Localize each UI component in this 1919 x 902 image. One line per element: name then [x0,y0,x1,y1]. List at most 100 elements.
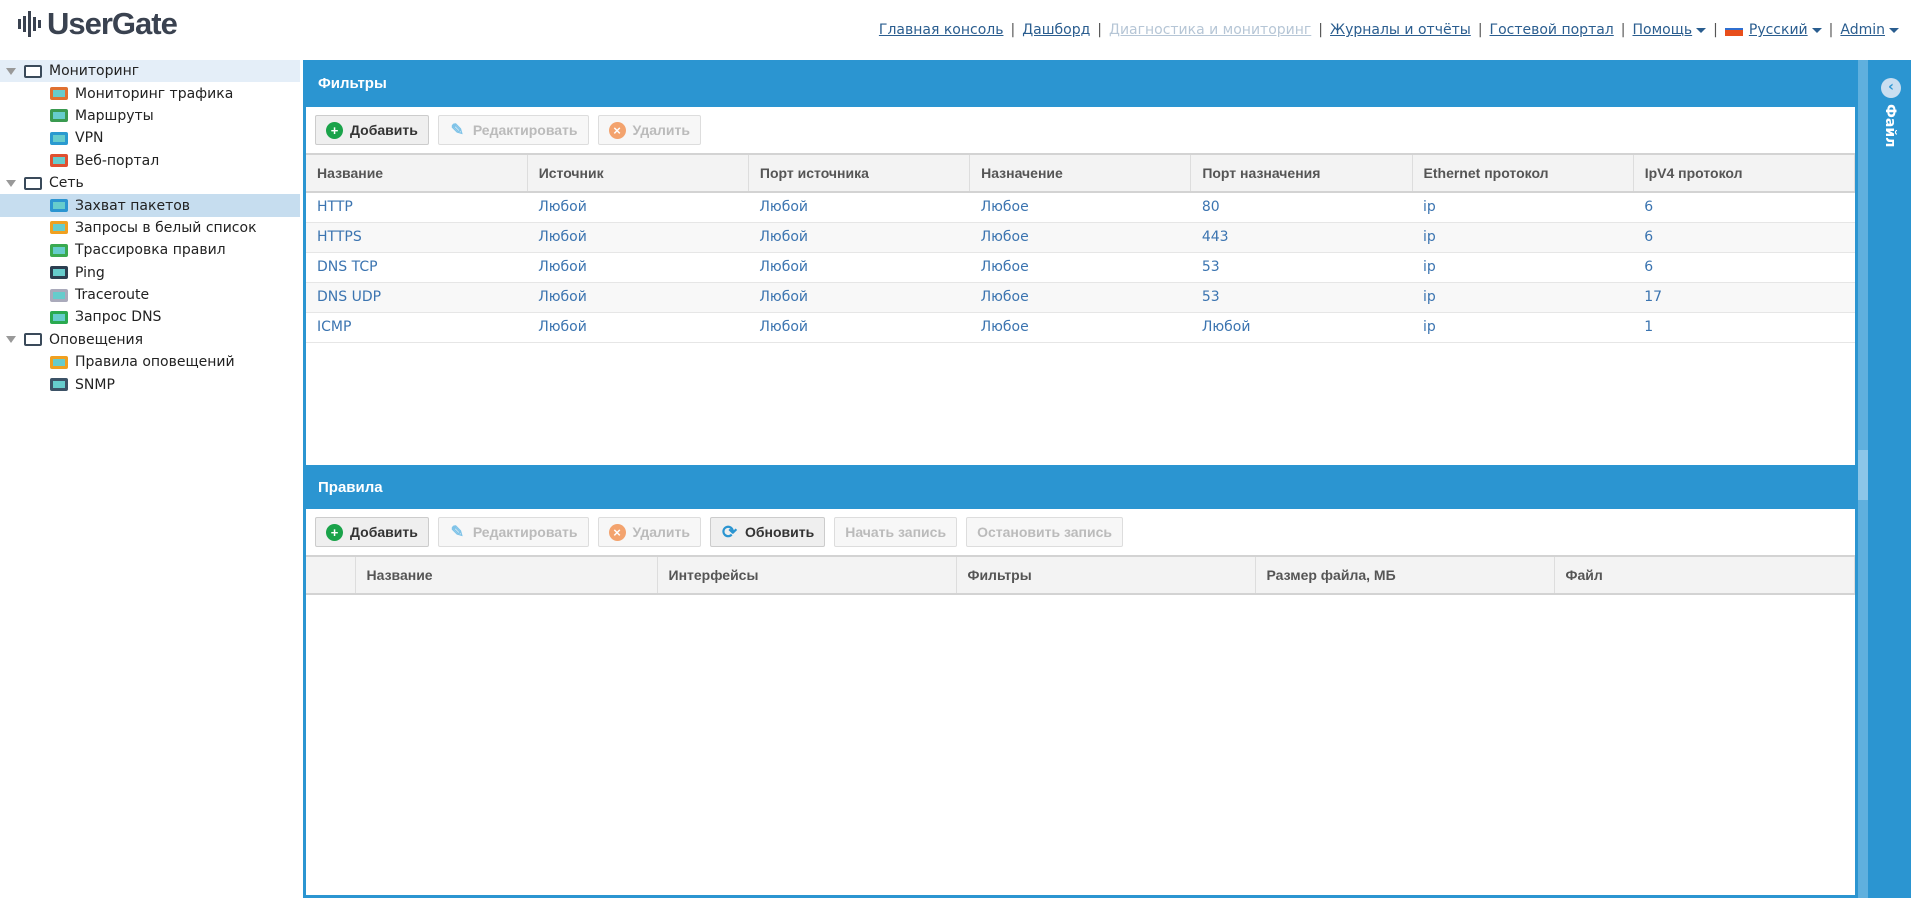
column-header[interactable]: Файл [1554,555,1855,595]
sidebar-item[interactable]: Traceroute [0,284,300,306]
sidebar-item[interactable]: VPN [0,127,300,149]
rules-refresh-button[interactable]: ⟳ Обновить [709,517,826,547]
chevron-down-icon [1811,27,1822,33]
rules-edit-button[interactable]: ✎ Редактировать [437,517,589,547]
topnav-link[interactable]: Главная консоль [879,22,1004,38]
expand-triangle-icon[interactable] [6,336,16,344]
filters-toolbar: + Добавить ✎ Редактировать × Удалить [306,107,1855,153]
column-header[interactable]: IpV4 протокол [1633,153,1856,193]
collapse-icon[interactable]: ‹ [1881,78,1901,98]
usergate-logo: UserGate [18,4,178,44]
help-menu[interactable]: Помощь [1632,22,1707,38]
language-menu[interactable]: Русский [1749,22,1822,38]
filters-delete-button[interactable]: × Удалить [597,115,701,145]
table-cell: Любое [969,252,1191,283]
rules-add-button[interactable]: + Добавить [315,517,429,547]
refresh-icon: ⟳ [721,521,738,542]
topnav-link[interactable]: Гостевой портал [1490,22,1614,38]
sidebar-item[interactable]: Мониторинг трафика [0,82,300,104]
sidebar-item[interactable]: Захват пакетов [0,194,300,217]
filters-add-button[interactable]: + Добавить [315,115,429,145]
sidebar-item[interactable]: Веб-портал [0,150,300,172]
column-header[interactable]: Фильтры [956,555,1256,595]
stop-capture-button[interactable]: Остановить запись [966,517,1123,547]
column-header[interactable]: Размер файла, МБ [1255,555,1555,595]
item-icon [50,87,68,101]
column-header[interactable]: Назначение [969,153,1192,193]
sidebar-group-label: Оповещения [49,331,144,348]
stop-label: Остановить запись [977,524,1112,540]
sidebar-group-1[interactable]: Сеть [0,172,300,194]
delete-label: Удалить [632,524,690,540]
table-cell: Любой [748,312,970,343]
filters-edit-button[interactable]: ✎ Редактировать [437,115,589,145]
column-header[interactable]: Порт источника [748,153,971,193]
table-row[interactable]: DNS TCP Любой Любой Любое 53 ip 6 [306,252,1855,283]
column-header[interactable]: Название [306,153,528,193]
table-cell: Любое [969,312,1191,343]
topnav-link: Диагностика и мониторинг [1109,22,1312,38]
sidebar-item[interactable]: Маршруты [0,105,300,127]
sidebar-group-0[interactable]: Мониторинг [0,60,300,83]
topnav-link[interactable]: Дашборд [1022,22,1090,38]
logo-text: UserGate [47,6,178,41]
column-header[interactable]: Источник [527,153,749,193]
table-cell: ip [1412,282,1634,313]
item-icon [50,355,68,369]
pencil-icon: ✎ [450,523,465,541]
sidebar-group-2[interactable]: Оповещения [0,329,300,351]
table-row[interactable]: ICMP Любой Любой Любое Любой ip 1 [306,312,1855,343]
expand-triangle-icon[interactable] [6,179,16,187]
table-cell: 17 [1633,282,1855,313]
table-cell: 443 [1190,222,1413,253]
table-cell: Любой [748,192,970,223]
user-menu[interactable]: Admin [1840,22,1899,38]
sidebar-item[interactable]: Запрос DNS [0,306,300,328]
file-panel-label[interactable]: Файл [1882,104,1898,147]
table-row[interactable]: DNS UDP Любой Любой Любое 53 ip 17 [306,282,1855,313]
table-row[interactable]: HTTPS Любой Любой Любое 443 ip 6 [306,222,1855,253]
sidebar-item-label: Маршруты [75,107,154,124]
table-cell: 6 [1633,252,1855,283]
rules-panel: Правила + Добавить ✎ Редактировать × Удалит… [306,465,1855,595]
table-cell: 53 [1190,252,1413,283]
splitter-handle[interactable] [1858,450,1868,500]
topnav-link[interactable]: Журналы и отчёты [1330,22,1471,38]
item-icon [50,266,68,280]
table-cell: Любой [748,222,970,253]
column-header[interactable]: Порт назначения [1190,153,1413,193]
user-menu-label: Admin [1840,22,1885,38]
sidebar-item-label: Запросы в белый список [75,219,257,236]
help-menu-label: Помощь [1632,22,1693,38]
edit-label: Редактировать [472,122,578,138]
sidebar-item[interactable]: Запросы в белый список [0,217,300,239]
sidebar-item[interactable]: Трассировка правил [0,239,300,261]
table-cell: Любой [527,252,749,283]
table-row[interactable]: HTTP Любой Любой Любое 80 ip 6 [306,192,1855,223]
rules-title: Правила [306,465,1855,509]
rules-delete-button[interactable]: × Удалить [597,517,701,547]
sidebar-item[interactable]: Ping [0,262,300,284]
column-header[interactable]: Интерфейсы [657,555,957,595]
sidebar-group-label: Сеть [49,175,84,192]
chevron-down-icon [1889,27,1899,33]
column-header[interactable]: Название [355,555,658,595]
delete-label: Удалить [632,122,690,138]
table-cell: HTTP [306,192,528,223]
expand-triangle-icon[interactable] [6,67,16,75]
sidebar-item[interactable]: SNMP [0,373,300,395]
rules-toolbar: + Добавить ✎ Редактировать × Удалить ⟳ Обнов… [306,509,1855,555]
item-icon [50,310,68,324]
sidebar-item-label: Правила оповещений [75,354,235,371]
table-cell: Любой [1190,312,1413,343]
add-label: Добавить [350,122,418,138]
column-header[interactable]: Ethernet протокол [1412,153,1634,193]
sidebar-item-label: Traceroute [75,287,150,304]
file-side-panel: ‹ Файл [1858,60,1911,898]
item-icon [50,288,68,302]
separator: | [1097,22,1102,38]
sidebar-item-label: Мониторинг трафика [75,85,234,102]
start-capture-button[interactable]: Начать запись [834,517,958,547]
sidebar-item[interactable]: Правила оповещений [0,351,300,373]
select-column-header[interactable] [306,555,356,595]
